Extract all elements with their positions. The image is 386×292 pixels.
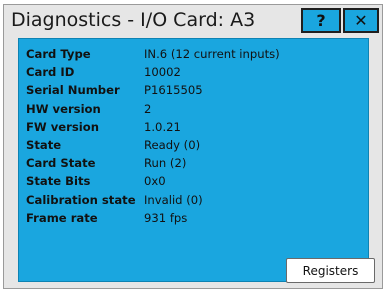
field-label: State Bits [26, 174, 91, 189]
field-value: 10002 [144, 65, 181, 80]
field-label: State [26, 137, 62, 152]
field-value: 1.0.21 [144, 119, 181, 134]
close-button[interactable]: ✕ [343, 8, 379, 33]
field-label: FW version [26, 119, 99, 134]
field-label: Serial Number [26, 83, 120, 98]
question-mark-icon: ? [316, 11, 326, 30]
field-value: IN.6 (12 current inputs) [144, 47, 280, 61]
field-label: Frame rate [26, 210, 98, 225]
diagnostics-panel: Card Type IN.6 (12 current inputs) Card … [18, 38, 375, 283]
field-value: 0x0 [144, 174, 166, 189]
dialog-title: Diagnostics - I/O Card: A3 [11, 9, 256, 31]
field-value: Invalid (0) [144, 192, 203, 207]
close-icon: ✕ [354, 11, 368, 30]
field-label: Card Type [26, 47, 91, 61]
title-bar: Diagnostics - I/O Card: A3 ? ✕ [4, 5, 382, 36]
field-label: HW version [26, 101, 101, 116]
field-label: Card ID [26, 65, 75, 80]
help-button[interactable]: ? [301, 8, 341, 33]
registers-button[interactable]: Registers [286, 258, 375, 283]
field-value: Run (2) [144, 156, 187, 171]
field-value: Ready (0) [144, 137, 201, 152]
field-label: Calibration state [26, 192, 136, 207]
field-value: P1615505 [144, 83, 203, 98]
diagnostics-dialog: Diagnostics - I/O Card: A3 ? ✕ Card Type… [3, 4, 383, 289]
field-value: 931 fps [144, 210, 188, 225]
field-label: Card State [26, 156, 96, 171]
field-value: 2 [144, 101, 152, 116]
